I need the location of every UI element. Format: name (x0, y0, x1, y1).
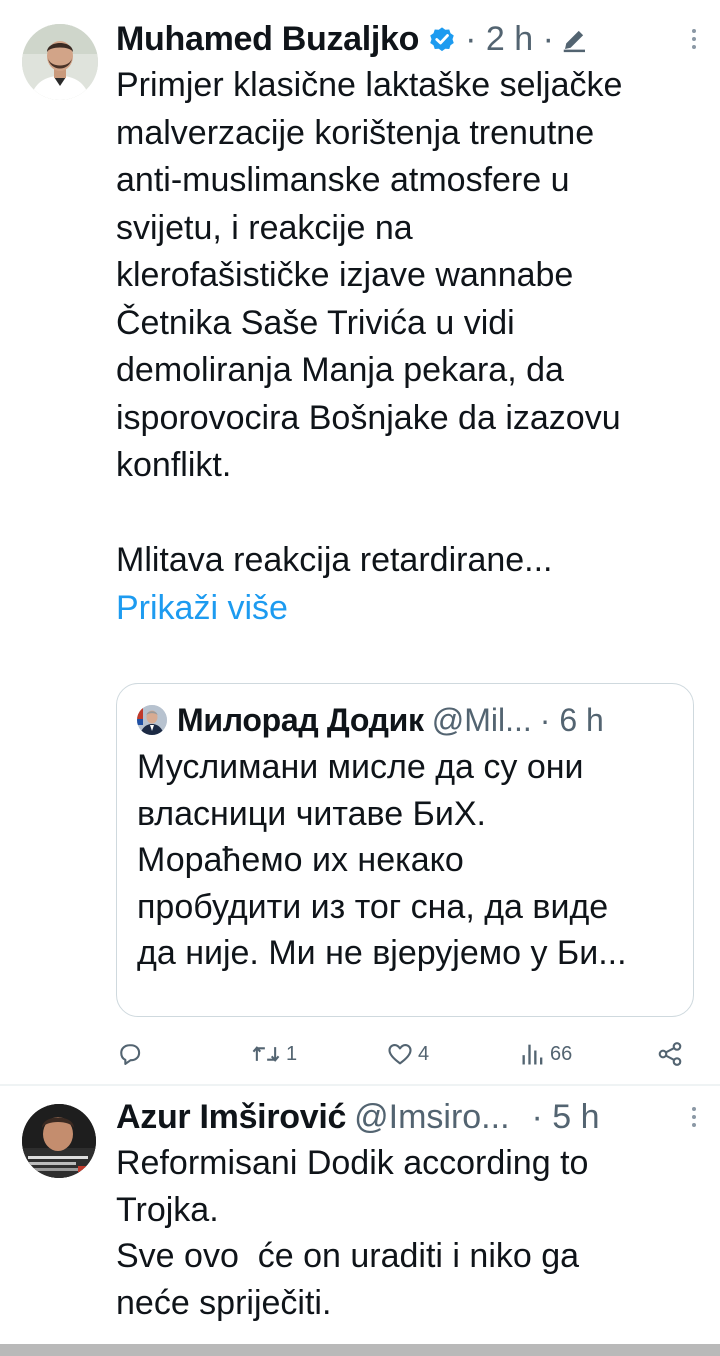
tweet-text-line: malverzacije korištenja trenutne (116, 113, 595, 152)
tweet-text-line: Sve ovo će on uraditi i niko ga (116, 1237, 580, 1275)
retweet-icon (250, 1040, 282, 1068)
reply-icon (116, 1040, 144, 1068)
tweet-text: Primjer klasične laktaške seljačke malve… (116, 62, 706, 632)
tweet-text-line: konflikt. (116, 446, 232, 484)
edit-pencil-icon (560, 24, 590, 54)
bottom-edge-bar (0, 1344, 720, 1356)
tweet-text-line: Primjer klasične laktaške seljačke (116, 66, 623, 104)
quoted-text-line: Мораћемо их некако (137, 841, 464, 879)
avatar[interactable] (22, 24, 98, 100)
like-count: 4 (418, 1042, 430, 1065)
like-button[interactable]: 4 (386, 1034, 429, 1074)
more-options-icon[interactable] (682, 24, 706, 54)
quoted-text-line: пробудити из тог сна, да виде (137, 887, 609, 926)
quoted-tweet-header: Милорад Додик @Mil... · 6 h (137, 700, 677, 740)
quoted-tweet-text: Муслимани мисле да су они власници читав… (137, 744, 682, 977)
author-name[interactable]: Azur Imširović (116, 1098, 346, 1137)
author-name[interactable]: Muhamed Buzaljko (116, 20, 419, 59)
tweet-text-line: anti-muslimanske atmosfere u (116, 161, 570, 199)
author-handle: @Imsiro... (354, 1097, 510, 1136)
quoted-tweet-time: · 6 h (539, 701, 604, 738)
tweet-action-bar: 1 4 66 (116, 1034, 692, 1074)
quoted-text-line: да није. Ми не вјерујемо у Би... (137, 934, 627, 972)
tweet-text-line: klerofašističke izjave wannabe (116, 256, 574, 294)
views-count: 66 (550, 1042, 573, 1065)
quoted-author-name[interactable]: Милорад Додик (177, 702, 424, 739)
tweet-text-line: demoliranja Manja pekara, da (116, 351, 564, 389)
quoted-text-line: власници читаве БиХ. (137, 794, 486, 833)
tweet-text-line: svijetu, i reakcije na (116, 208, 413, 247)
views-button[interactable]: 66 (520, 1034, 572, 1074)
tweet-divider (0, 1084, 720, 1086)
tweet-text-line: Mlitava reakcija retardirane... (116, 541, 553, 579)
quoted-tweet[interactable]: Милорад Додик @Mil... · 6 h Муслимани ми… (116, 683, 694, 1017)
quoted-author-handle: @Mil... (431, 701, 532, 738)
like-icon (386, 1040, 414, 1068)
tweet-time: · 5 h (531, 1097, 600, 1136)
tweet-time: · 2 h · (465, 19, 554, 58)
more-options-icon[interactable] (682, 1102, 706, 1132)
reply-button[interactable] (116, 1034, 148, 1074)
show-more-link[interactable]: Prikaži više (116, 585, 706, 633)
tweet-header: Azur Imširović @Imsiro... · 5 h (116, 1092, 706, 1142)
tweet-text-line: Reformisani Dodik according to (116, 1144, 589, 1182)
tweet-text-line: neće spriječiti. (116, 1283, 332, 1322)
tweet-text-line: isporovocira Bošnjake da izazovu (116, 398, 621, 437)
views-icon (520, 1040, 546, 1068)
quoted-author-avatar (137, 705, 167, 735)
verified-badge-icon (427, 24, 457, 54)
avatar[interactable] (22, 1104, 96, 1178)
share-icon (656, 1040, 684, 1068)
tweet-muhamed-buzaljko[interactable]: Muhamed Buzaljko · 2 h · Primjer klasičn… (0, 0, 720, 1084)
tweet-text: Reformisani Dodik according to Trojka. S… (116, 1140, 706, 1326)
retweet-count: 1 (286, 1042, 298, 1065)
retweet-button[interactable]: 1 (250, 1034, 297, 1074)
share-button[interactable] (656, 1034, 684, 1074)
tweet-text-line: Četnika Saše Trivića u vidi (116, 303, 515, 342)
timeline: Muhamed Buzaljko · 2 h · Primjer klasičn… (0, 0, 720, 1356)
tweet-text-line: Trojka. (116, 1190, 219, 1229)
quoted-text-line: Муслимани мисле да су они (137, 748, 584, 786)
tweet-header: Muhamed Buzaljko · 2 h · (116, 14, 706, 64)
